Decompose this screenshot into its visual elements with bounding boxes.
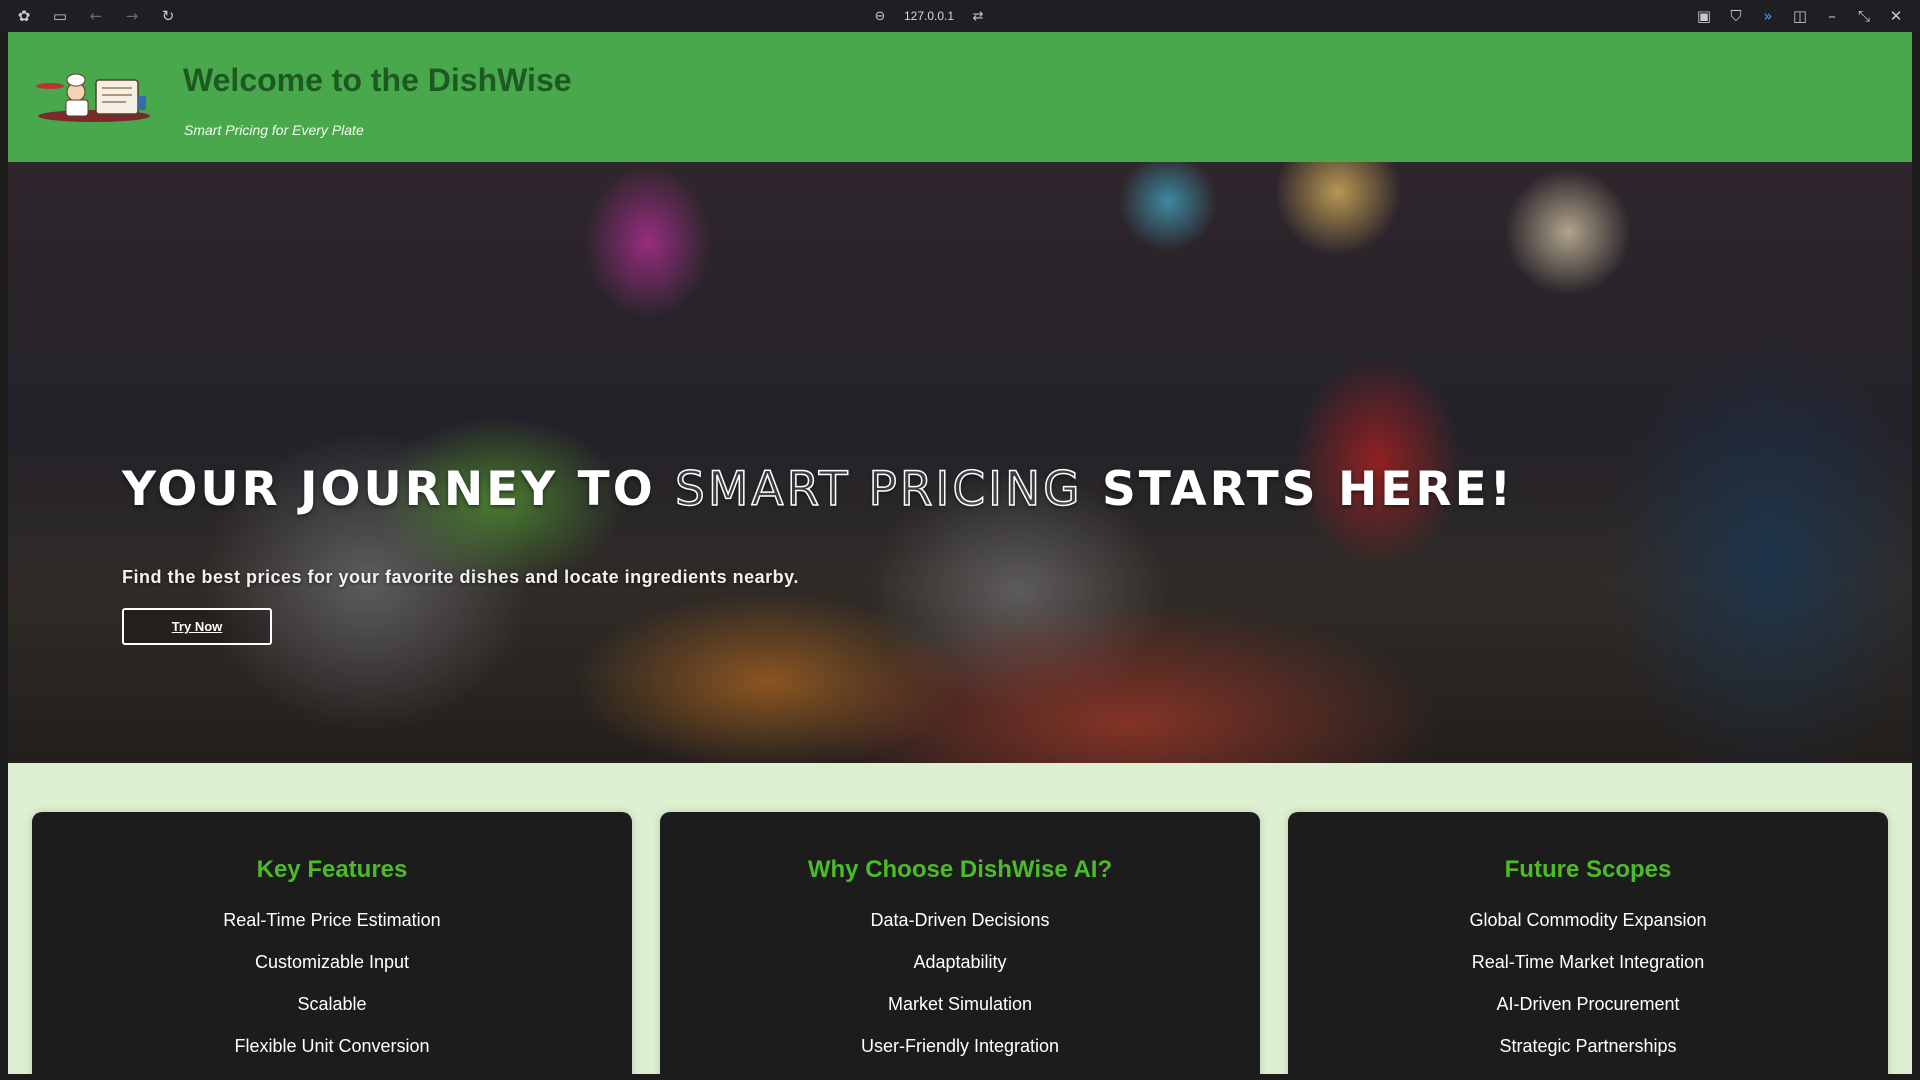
list-item: Adaptability bbox=[913, 952, 1007, 972]
list-item: Real-Time Market Integration bbox=[1471, 952, 1705, 972]
audio-icon[interactable]: » bbox=[1752, 0, 1784, 32]
link-icon: ⊖ bbox=[874, 8, 886, 24]
page: Welcome to the DishWise Smart Pricing fo… bbox=[8, 32, 1912, 1074]
card-list: Real-Time Price Estimation Customizable … bbox=[32, 910, 632, 1074]
card-title: Why Choose DishWise AI? bbox=[807, 856, 1113, 883]
app-menu-icon[interactable]: ✿ bbox=[6, 0, 42, 32]
window-bottom-edge bbox=[0, 1074, 1920, 1080]
reload-icon[interactable]: ↻ bbox=[150, 0, 186, 32]
card-list: Global Commodity Expansion Real-Time Mar… bbox=[1288, 910, 1888, 1074]
list-item: Real-Time Price Estimation bbox=[223, 910, 441, 930]
split-view-icon[interactable]: ◫ bbox=[1784, 0, 1816, 32]
site-header: Welcome to the DishWise Smart Pricing fo… bbox=[8, 32, 1912, 162]
list-item: User-Friendly Integration bbox=[860, 1036, 1060, 1056]
address-text[interactable]: 127.0.0.1 bbox=[904, 9, 954, 23]
card-why-choose: Why Choose DishWise AI? Data-Driven Deci… bbox=[660, 812, 1260, 1074]
list-item: Market Simulation bbox=[887, 994, 1033, 1014]
card-title: Key Features bbox=[256, 856, 408, 883]
forward-icon[interactable]: → bbox=[114, 0, 150, 32]
site-tagline: Smart Pricing for Every Plate bbox=[184, 122, 364, 138]
sidebar-icon[interactable]: ▭ bbox=[42, 0, 78, 32]
hero-title-end: STARTS HERE! bbox=[1082, 462, 1515, 517]
hero-subtitle: Find the best prices for your favorite d… bbox=[122, 567, 799, 587]
list-item: Strategic Partnerships bbox=[1499, 1036, 1677, 1056]
list-item: Global Commodity Expansion bbox=[1469, 910, 1707, 930]
close-icon[interactable]: ✕ bbox=[1880, 0, 1912, 32]
hero-title-start: YOUR JOURNEY TO bbox=[122, 462, 676, 517]
browser-toolbar: ✿ ▭ ← → ↻ ⊖ 127.0.0.1 ⇄ ▣ ⛉ » ◫ – ⤡ ✕ bbox=[0, 0, 1920, 32]
list-item: Customizable Input bbox=[254, 952, 410, 972]
restore-icon[interactable]: ⤡ bbox=[1848, 0, 1880, 32]
tune-icon[interactable]: ⇄ bbox=[968, 0, 988, 32]
list-item: Data-Driven Decisions bbox=[870, 910, 1050, 930]
list-item: AI-Driven Procurement bbox=[1496, 994, 1680, 1014]
minimize-icon[interactable]: – bbox=[1816, 0, 1848, 32]
info-cards: Key Features Real-Time Price Estimation … bbox=[32, 812, 1892, 1074]
card-future-scopes: Future Scopes Global Commodity Expansion… bbox=[1288, 812, 1888, 1074]
list-item: Scalable bbox=[297, 994, 367, 1014]
address-bar[interactable]: ⊖ 127.0.0.1 ⇄ bbox=[870, 0, 988, 32]
chef-logo bbox=[36, 73, 150, 122]
card-list: Data-Driven Decisions Adaptability Marke… bbox=[660, 910, 1260, 1074]
extension-icon[interactable]: ▣ bbox=[1688, 0, 1720, 32]
hero-title-accent: SMART PRICING bbox=[674, 461, 1083, 518]
card-title: Future Scopes bbox=[1504, 856, 1672, 883]
card-key-features: Key Features Real-Time Price Estimation … bbox=[32, 812, 632, 1074]
hero-section: YOUR JOURNEY TO SMART PRICING STARTS HER… bbox=[8, 162, 1912, 763]
shield-icon[interactable]: ⛉ bbox=[1720, 0, 1752, 32]
back-icon[interactable]: ← bbox=[78, 0, 114, 32]
hero-title: YOUR JOURNEY TO SMART PRICING STARTS HER… bbox=[122, 461, 1515, 518]
list-item: Flexible Unit Conversion bbox=[234, 1036, 430, 1056]
try-now-button[interactable]: Try Now bbox=[122, 608, 272, 645]
page-title: Welcome to the DishWise bbox=[183, 62, 572, 98]
